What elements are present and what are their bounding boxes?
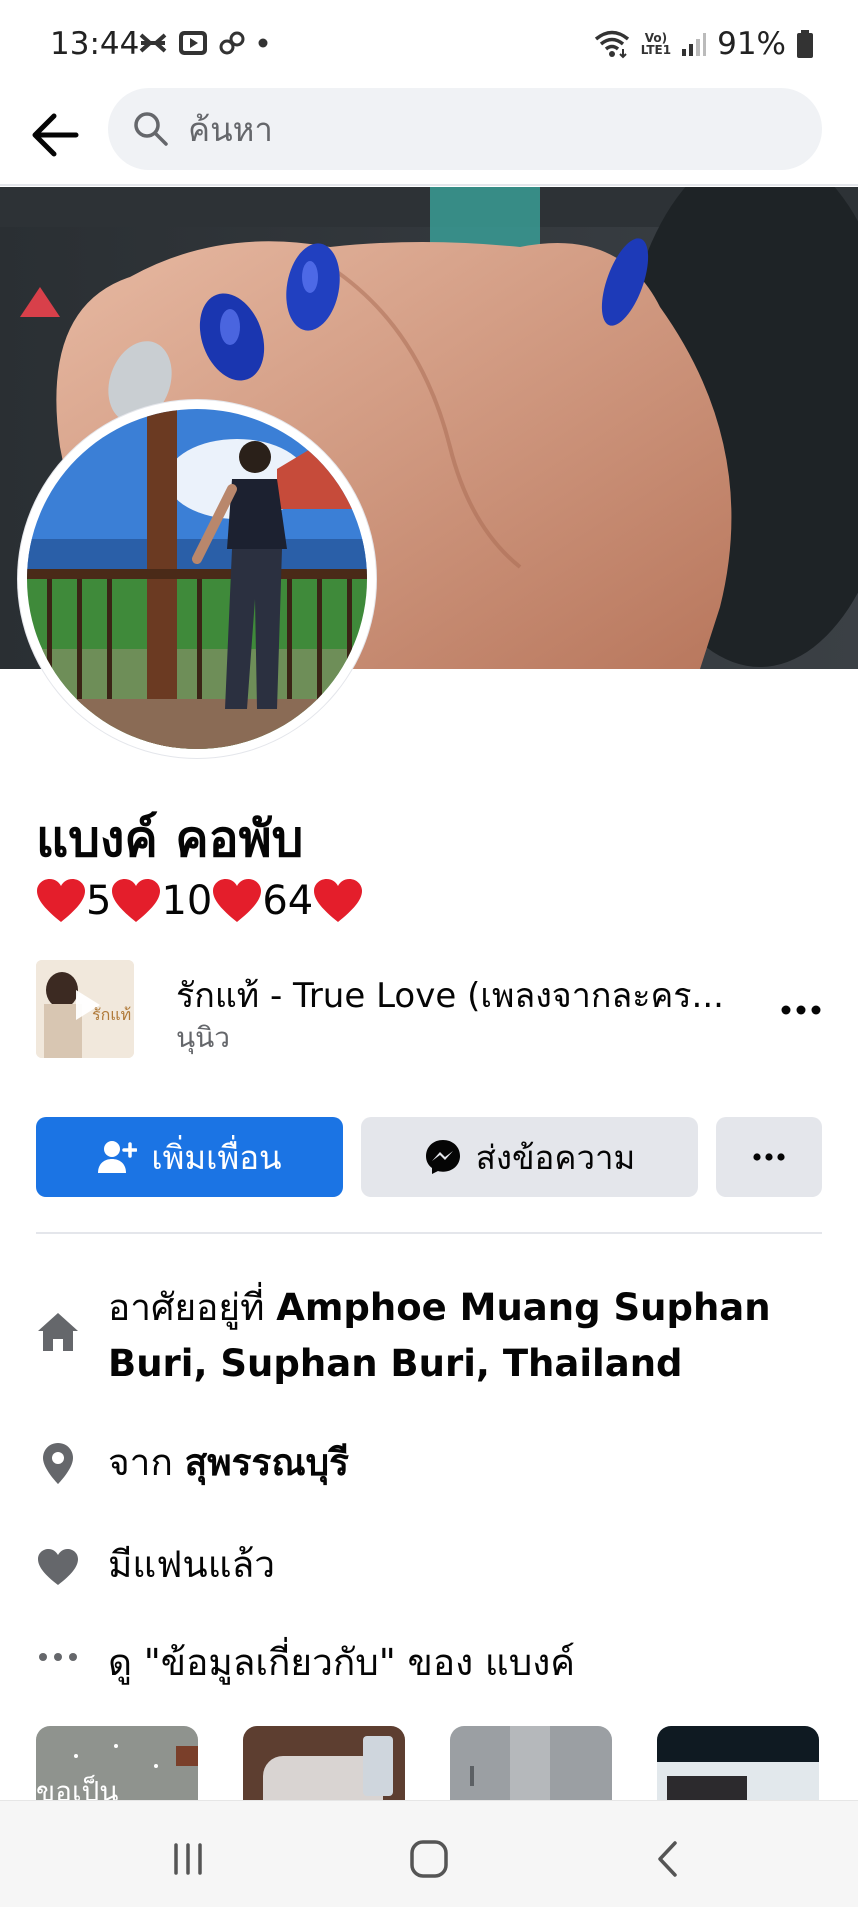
link-icon [219,31,245,55]
bio-number: 10 [161,878,213,924]
home-icon [36,1310,80,1354]
detail-see-about[interactable]: ดู "ข้อมูลเกี่ยวกับ" ของ แบงค์ [36,1635,826,1695]
more-dots-icon [753,1153,785,1161]
detail-relationship: มีแฟนแล้ว [36,1537,826,1597]
system-back-button[interactable] [638,1829,698,1889]
svg-text:รักแท้: รักแท้ [92,1005,131,1024]
dot-icon [258,38,268,48]
search-header [0,86,858,186]
detail-lives-in: อาศัยอยู่ที่ Amphoe Muang Suphan Buri, S… [36,1280,826,1400]
from-place[interactable]: สุพรรณบุรี [185,1441,349,1484]
search-icon [134,112,168,146]
messenger-icon [425,1140,460,1174]
heart-icon [314,879,363,922]
system-navigation-bar [0,1800,858,1907]
bio-number: 5 [86,878,112,924]
more-options-button[interactable] [716,1117,822,1197]
notification-icons [138,30,270,56]
lives-in-place-cont[interactable]: Buri, Suphan Buri, Thailand [108,1342,683,1385]
signal-icon [682,33,707,56]
status-bar: 13:44 Vo) LTE1 91% [0,0,858,88]
home-nav-icon [410,1840,448,1878]
bio-number: 64 [262,878,314,924]
see-about-link[interactable]: ดู "ข้อมูลเกี่ยวกับ" ของ แบงค์ [108,1635,575,1691]
more-dots-icon [781,1005,821,1015]
battery-icon [797,30,813,58]
music-cover-art: รักแท้ [36,960,134,1058]
profile-name: แบงค์ คอพับ [36,810,304,868]
volte-indicator: Vo) LTE1 [640,31,672,57]
heart-icon [213,879,262,922]
music-options-button[interactable] [776,990,826,1030]
profile-picture[interactable] [18,400,376,758]
back-button[interactable] [26,106,84,164]
heart-outline-icon [36,1545,80,1589]
profile-music[interactable]: รักแท้ รักแท้ - True Love (เพลงจากละคร..… [36,960,826,1060]
youtube-icon [179,31,207,55]
music-cover[interactable]: รักแท้ [36,960,134,1058]
profile-bio: 5 10 64 [36,878,363,924]
heart-icon [37,879,85,922]
add-friend-label: เพิ่มเพื่อน [151,1137,282,1177]
relationship-text: มีแฟนแล้ว [108,1543,276,1586]
heart-icon [112,879,161,922]
add-friend-button[interactable]: เพิ่มเพื่อน [36,1117,343,1197]
location-pin-icon [36,1441,80,1485]
from-text: จาก สุพรรณบุรี [108,1441,350,1484]
add-friend-icon [98,1141,138,1173]
search-bar[interactable] [108,88,822,170]
avatar [27,409,367,749]
system-icons: Vo) LTE1 91% [593,26,814,62]
wifi-icon [594,30,629,59]
lives-in-text: อาศัยอยู่ที่ Amphoe Muang Suphan Buri, S… [108,1286,771,1385]
music-artist: นุนิว [176,1021,231,1054]
battery-percent: 91% [717,26,786,62]
arrow-left-icon [32,113,79,157]
divider [36,1232,822,1234]
chevron-left-icon [658,1841,677,1877]
detail-from: จาก สุพรรณบุรี [36,1435,826,1495]
search-input[interactable] [188,109,788,149]
message-label: ส่งข้อความ [475,1137,636,1177]
more-dots-icon [36,1635,80,1679]
avatar-image [27,409,367,749]
profile-page: 13:44 Vo) LTE1 91% ค้นหา แบงค์ คอพับ 5 1… [0,0,858,1907]
profile-actions: เพิ่มเพื่อน ส่งข้อความ [36,1117,822,1197]
recent-apps-button[interactable] [158,1829,218,1889]
status-time: 13:44 [50,26,140,62]
music-title[interactable]: รักแท้ - True Love (เพลงจากละคร... [176,968,736,1022]
lives-in-place[interactable]: Amphoe Muang Suphan [276,1286,770,1329]
notification-app-icon [139,33,167,53]
recent-apps-icon [174,1843,202,1875]
home-button[interactable] [399,1829,459,1889]
message-button[interactable]: ส่งข้อความ [361,1117,698,1197]
